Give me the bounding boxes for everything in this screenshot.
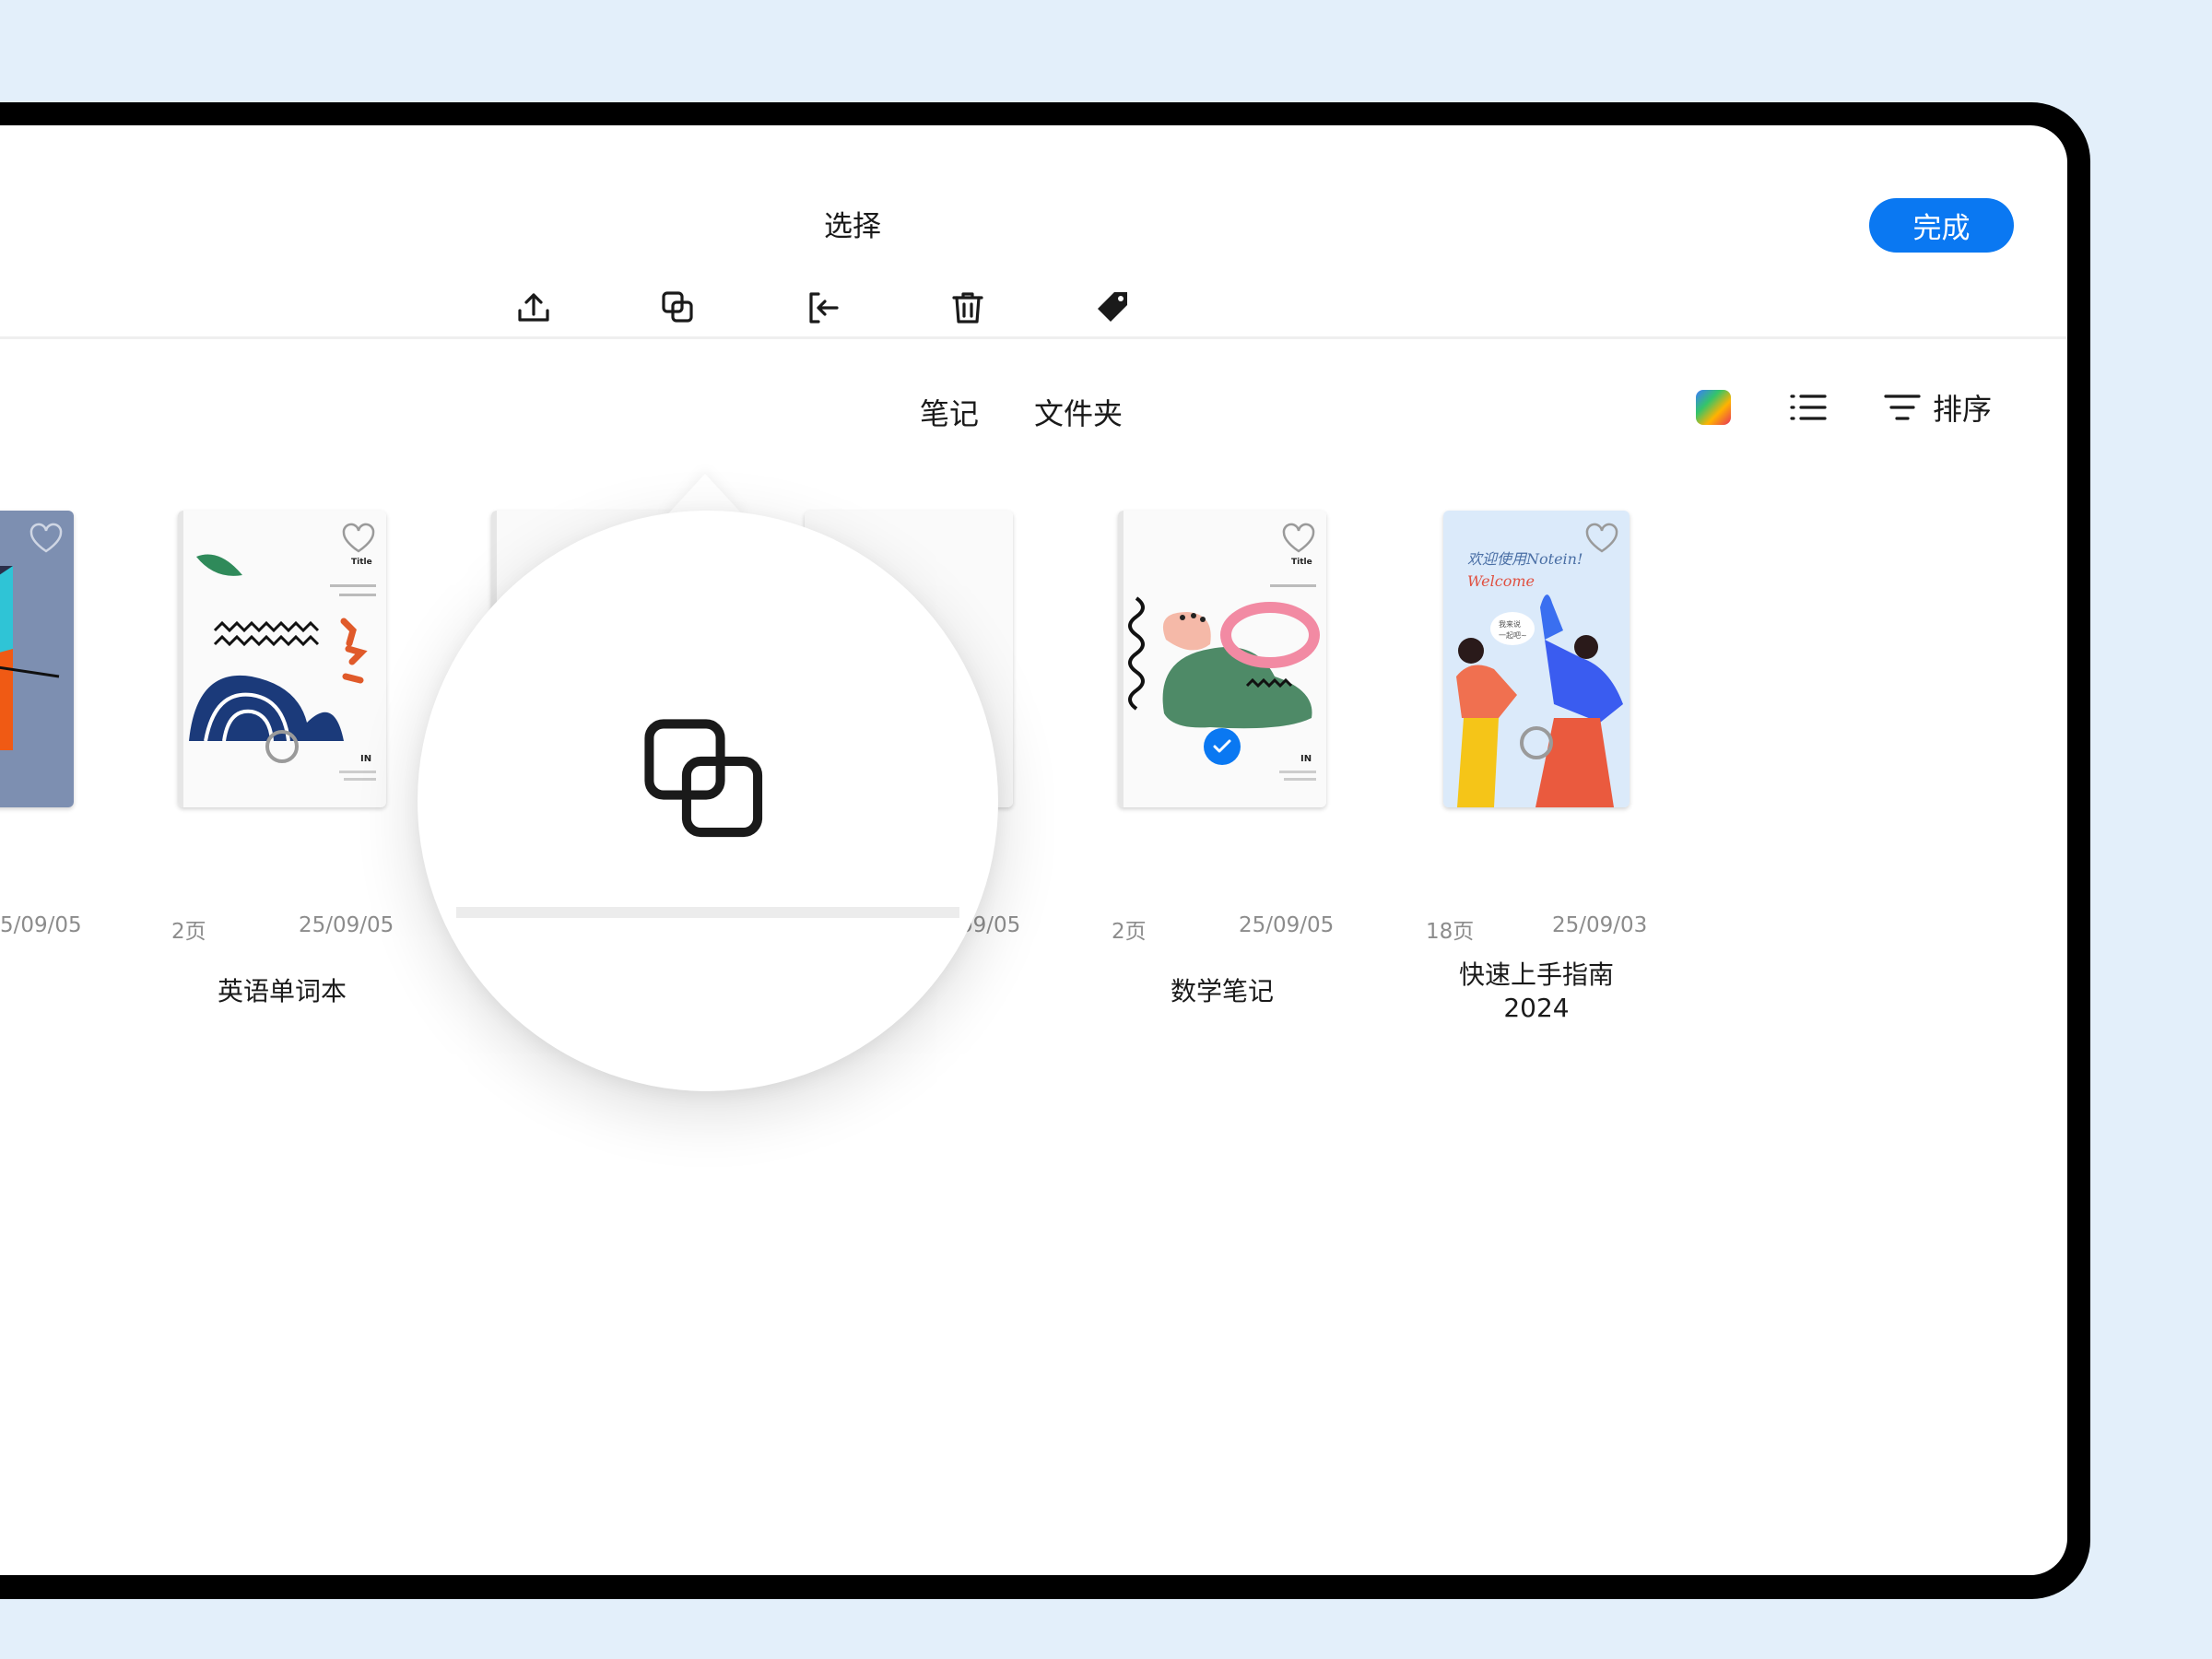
tag-button[interactable]	[1088, 282, 1139, 334]
notebook-card[interactable]	[0, 511, 74, 807]
svg-text:IN: IN	[1300, 754, 1312, 764]
favorite-heart-icon[interactable]	[1280, 522, 1317, 555]
color-theme-icon	[1696, 390, 1731, 425]
sort-label: 排序	[1933, 392, 1993, 427]
sort-icon	[1884, 394, 1921, 420]
sort-button[interactable]: 排序	[1883, 383, 1992, 431]
tag-icon	[1098, 292, 1127, 322]
notebook-cover	[0, 511, 74, 807]
notebook-date: 25/09/03	[1552, 913, 1648, 937]
notebook-pages: 2页	[1112, 920, 1147, 944]
notebook-date: 25/09/05	[299, 913, 394, 937]
delete-icon	[952, 292, 983, 324]
app-screen: 选择 完成 笔记 文件夹 排序 5/09/05 Title IN 英语单词本 2…	[0, 125, 2067, 1575]
delete-button[interactable]	[942, 282, 994, 334]
move-icon	[809, 292, 839, 324]
notebook-card[interactable]: 欢迎使用Notein! Welcome 我来说 一起吧~	[1443, 511, 1630, 807]
favorite-heart-icon[interactable]	[340, 522, 377, 555]
tab-folders[interactable]: 文件夹	[1034, 391, 1123, 433]
notebook-pages: 18页	[1426, 920, 1475, 944]
notebook-date: 25/09/05	[1239, 913, 1335, 937]
notebook-card[interactable]: Title IN	[1118, 511, 1326, 807]
notebook-date: 5/09/05	[0, 913, 82, 937]
svg-text:IN: IN	[360, 754, 371, 764]
cover-welcome-text: 欢迎使用Notein!	[1467, 550, 1583, 568]
list-view-icon	[1790, 394, 1827, 420]
share-button[interactable]	[508, 282, 559, 334]
notebook-name: 总	[0, 975, 92, 1008]
cover-bubble-line1: 我来说	[1499, 619, 1521, 629]
favorite-heart-icon[interactable]	[1583, 522, 1620, 555]
toolbar-divider	[0, 336, 2067, 339]
cover-welcome-en: Welcome	[1467, 572, 1535, 590]
select-checkbox[interactable]	[1520, 726, 1553, 759]
selected-check-icon[interactable]	[1204, 728, 1241, 765]
magnified-divider	[456, 907, 959, 918]
notebook-name: 英语单词本	[217, 976, 347, 1006]
magnifier-lens	[418, 511, 998, 1091]
tab-notes[interactable]: 笔记	[920, 391, 979, 433]
theme-button[interactable]	[1694, 383, 1733, 431]
notebook-name-line2: 2024	[1503, 993, 1570, 1023]
list-view-button[interactable]	[1788, 383, 1829, 431]
notebook-card[interactable]: Title IN	[178, 511, 386, 807]
select-checkbox[interactable]	[265, 730, 299, 763]
page-title: 选择	[824, 210, 881, 243]
done-button[interactable]: 完成	[1869, 198, 2014, 253]
notebook-name: 快速上手指南 2024	[1380, 959, 1693, 1025]
notebook-name-line1: 快速上手指南	[1458, 959, 1614, 990]
svg-text:Title: Title	[1291, 558, 1312, 567]
share-icon	[518, 293, 549, 322]
cover-bubble-line2: 一起吧~	[1499, 631, 1527, 640]
move-button[interactable]	[797, 282, 849, 334]
copy-button[interactable]	[653, 282, 704, 334]
notebook-cover: 欢迎使用Notein! Welcome 我来说 一起吧~	[1443, 511, 1630, 807]
favorite-heart-icon[interactable]	[28, 522, 65, 555]
svg-text:Title: Title	[351, 558, 372, 567]
notebook-name: 数学笔记	[1170, 976, 1274, 1006]
copy-icon-magnified	[644, 719, 763, 838]
notebook-pages: 2页	[171, 920, 206, 944]
copy-icon	[662, 291, 693, 323]
